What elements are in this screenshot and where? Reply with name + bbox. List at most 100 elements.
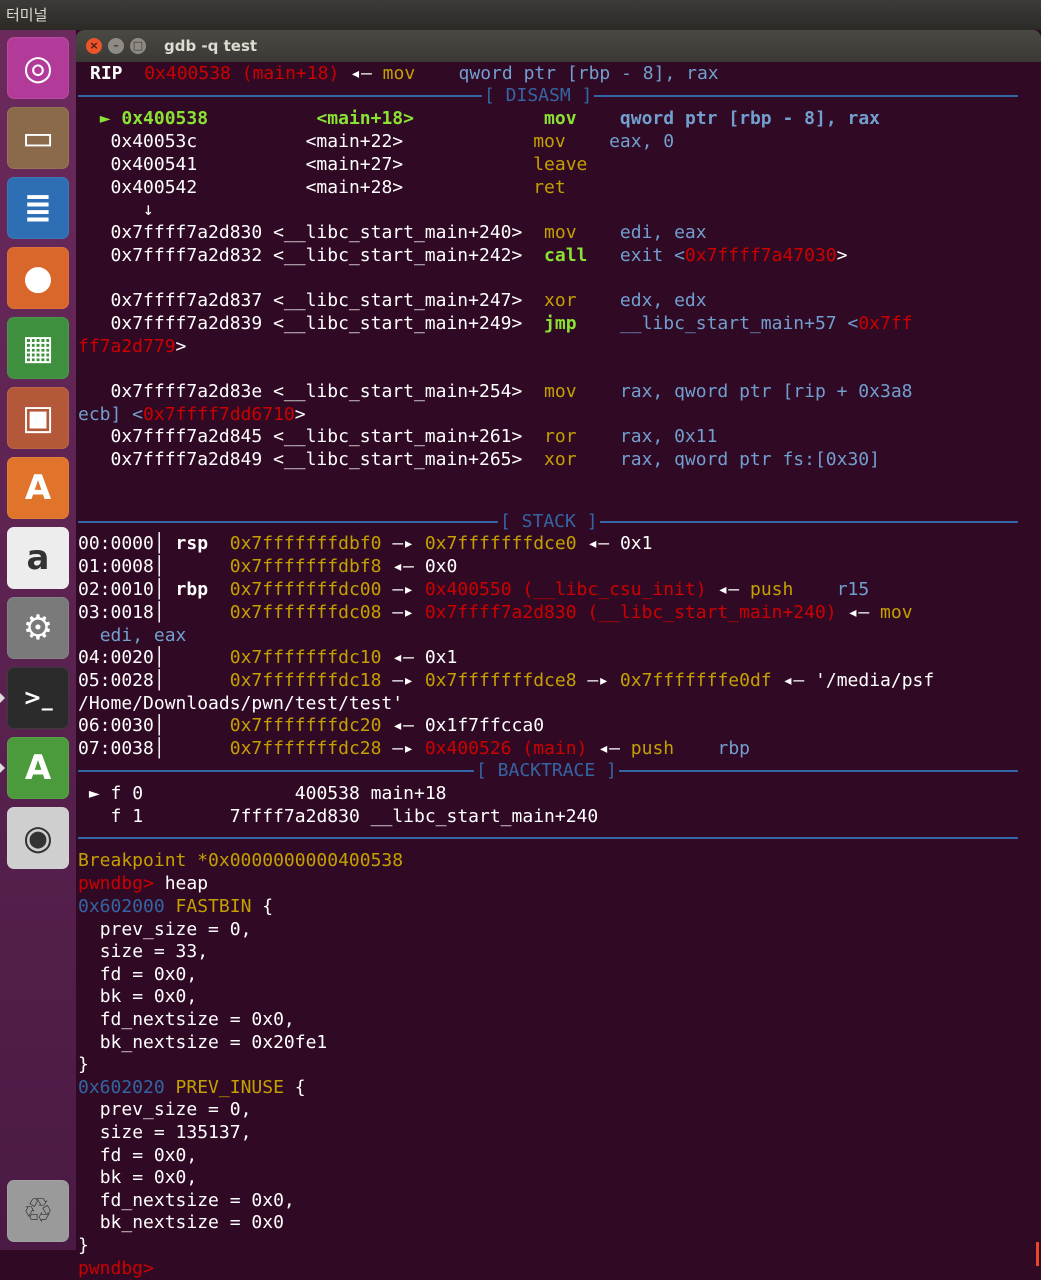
stack-offset: 00:0000 <box>78 533 154 554</box>
dvd-launcher-button[interactable]: ◉ <box>7 807 69 869</box>
wrapped-line: ff7a2d779> <box>78 335 1038 358</box>
stack-instruction-op: push <box>630 738 675 759</box>
chunk-field-text: fd_nextsize = 0x0, <box>99 1190 295 1211</box>
instruction-address: 0x7ffff7a2d837 <box>110 290 263 311</box>
active-indicator <box>0 693 5 703</box>
backtrace-frame: f 1 7ffff7a2d830 __libc_start_main+240 <box>78 805 1038 828</box>
instruction-symbol: <__libc_start_main+265> <box>273 449 523 470</box>
impress-launcher-button[interactable]: ▣ <box>7 387 69 449</box>
writer-launcher-button[interactable]: ≣ <box>7 177 69 239</box>
pointer-arrow-icon: ◂— <box>392 715 414 736</box>
frame-symbol: __libc_start_main+240 <box>370 806 599 827</box>
instruction-opcode: mov <box>544 108 577 129</box>
settings-launcher-button[interactable]: ⚙ <box>7 597 69 659</box>
disasm-row: 0x7ffff7a2d839 <__libc_start_main+249> j… <box>78 312 1038 335</box>
instruction-opcode: call <box>544 245 588 266</box>
chunk-address: 0x602000 <box>78 896 165 917</box>
instruction-address: 0x7ffff7a2d830 <box>110 222 263 243</box>
calc-launcher-button[interactable]: ▦ <box>7 317 69 379</box>
stack-instruction-args: r15 <box>836 579 870 600</box>
stack-offset: 06:0030 <box>78 715 154 736</box>
instruction-opcode: ret <box>533 177 566 198</box>
stack-address: 0x7fffffffdc08 <box>229 602 382 623</box>
pointer-arrow-icon: ◂— <box>587 533 610 554</box>
stack-row: 01:0008│ 0x7fffffffdbf8 ◂— 0x0 <box>78 556 458 577</box>
firefox-launcher-button[interactable]: ● <box>7 247 69 309</box>
stack-instruction-args: rbp <box>717 738 750 759</box>
pointer-arrow-icon: ◂— <box>598 738 620 759</box>
pointer-arrow-icon: ◂— <box>847 602 870 623</box>
prompt-line: pwndbg> heap <box>78 872 1038 895</box>
rip-target-close: > <box>294 404 306 425</box>
register-op: mov <box>382 63 416 84</box>
impress-icon: ▣ <box>21 398 55 438</box>
instruction-symbol: <main+18> <box>316 108 414 129</box>
pointer-arrow-icon: ◂— <box>717 579 740 600</box>
maximize-button[interactable]: □ <box>130 38 146 54</box>
chunk-field-text: prev_size = 0, <box>99 1099 252 1120</box>
dvd-icon: ◉ <box>23 818 53 858</box>
chunk-field-text: fd_nextsize = 0x0, <box>99 1009 295 1030</box>
writer-icon: ≣ <box>23 188 53 228</box>
calc-icon: ▦ <box>21 328 55 368</box>
instruction-address: 0x40053c <box>110 131 198 152</box>
chunk-field-text: bk_nextsize = 0x0 <box>99 1212 284 1233</box>
window-titlebar[interactable]: × – □ gdb -q test <box>76 30 1041 62</box>
trash-launcher-button[interactable]: ♲ <box>7 1180 69 1242</box>
stack-value: 0x1 <box>424 647 458 668</box>
stack-address: 0x7fffffffdbf0 <box>229 533 382 554</box>
instruction-symbol: <__libc_start_main+242> <box>273 245 523 266</box>
instruction-address: 0x7ffff7a2d832 <box>110 245 263 266</box>
stack-instruction-op: push <box>749 579 794 600</box>
wrapped-instruction-args: edi, eax <box>99 625 187 646</box>
disasm-row: 0x7ffff7a2d83e <__libc_start_main+254> m… <box>78 380 1038 403</box>
amazon-icon: a <box>26 538 50 578</box>
pointer-arrow-icon: —▸ <box>392 533 414 554</box>
instruction-operands: rax, qword ptr [rip + 0x3a8 <box>619 381 913 402</box>
instruction-address: 0x7ffff7a2d83e <box>110 381 263 402</box>
stack-row: 05:0028│ 0x7fffffffdc18 —▸ 0x7fffffffdce… <box>78 670 935 691</box>
stack-offset: 03:0018 <box>78 602 154 623</box>
call-target-close: > <box>836 245 848 266</box>
active-app-name: 터미널 <box>6 6 48 24</box>
ubuntu-launcher-button[interactable]: ◎ <box>7 37 69 99</box>
disasm-row: 0x7ffff7a2d845 <__libc_start_main+261> r… <box>78 425 1038 448</box>
close-button[interactable]: × <box>86 38 102 54</box>
call-target-address: 0x7ffff7a47030 <box>684 245 837 266</box>
instruction-symbol: <__libc_start_main+254> <box>273 381 523 402</box>
minimize-button[interactable]: – <box>108 38 124 54</box>
firefox-icon: ● <box>23 258 53 298</box>
updater-launcher-button[interactable]: A <box>7 737 69 799</box>
stack-string: '/media/psf <box>815 670 935 691</box>
pointer-arrow-icon: ◂— <box>392 556 414 577</box>
frame-address: 400538 <box>294 783 360 804</box>
terminal-launcher-button[interactable]: >_ <box>7 667 69 729</box>
ubuntu-icon: ◎ <box>23 48 53 88</box>
bottom-separator <box>78 837 1018 839</box>
amazon-launcher-button[interactable]: a <box>7 527 69 589</box>
chunk-type: FASTBIN <box>175 896 252 917</box>
chunk-field: bk_nextsize = 0x20fe1 <box>78 1031 1038 1054</box>
stack-address: 0x7fffffffdc00 <box>229 579 382 600</box>
backtrace-frame: ► f 0 400538 main+18 <box>78 782 1038 805</box>
instruction-address: 0x400541 <box>110 154 198 175</box>
software-center-launcher-button[interactable]: A <box>7 457 69 519</box>
files-launcher-button[interactable]: ▭ <box>7 107 69 169</box>
instruction-opcode: mov <box>533 131 566 152</box>
arrow-icon: ◂— <box>350 63 372 84</box>
stack-value: 0x7ffff7a2d830 (__libc_start_main+240) <box>424 602 837 623</box>
chunk-field: prev_size = 0, <box>78 918 1038 941</box>
chunk-field-text: bk = 0x0, <box>99 1167 198 1188</box>
updater-icon: A <box>24 748 52 788</box>
disasm-row: 0x400542 <main+28> ret <box>78 176 1038 199</box>
terminal-area[interactable]: RIP 0x400538 (main+18) ◂— mov qword ptr … <box>78 62 1041 1279</box>
chunk-field: fd_nextsize = 0x0, <box>78 1008 1038 1031</box>
close-icon: × <box>89 39 99 52</box>
launcher: ◎ ▭ ≣ ● ▦ ▣ Aa ⚙ >_ A ◉ ♲ <box>0 30 77 1250</box>
chunk-field: prev_size = 0, <box>78 1098 1038 1121</box>
stack-row: 02:0010│ rbp 0x7fffffffdc00 —▸ 0x400550 … <box>78 579 870 600</box>
instruction-opcode: mov <box>544 381 577 402</box>
frame-label: f 1 <box>110 806 144 827</box>
terminal-window: × – □ gdb -q test RIP 0x400538 (main+18)… <box>76 30 1041 1279</box>
instruction-address: 0x7ffff7a2d839 <box>110 313 263 334</box>
